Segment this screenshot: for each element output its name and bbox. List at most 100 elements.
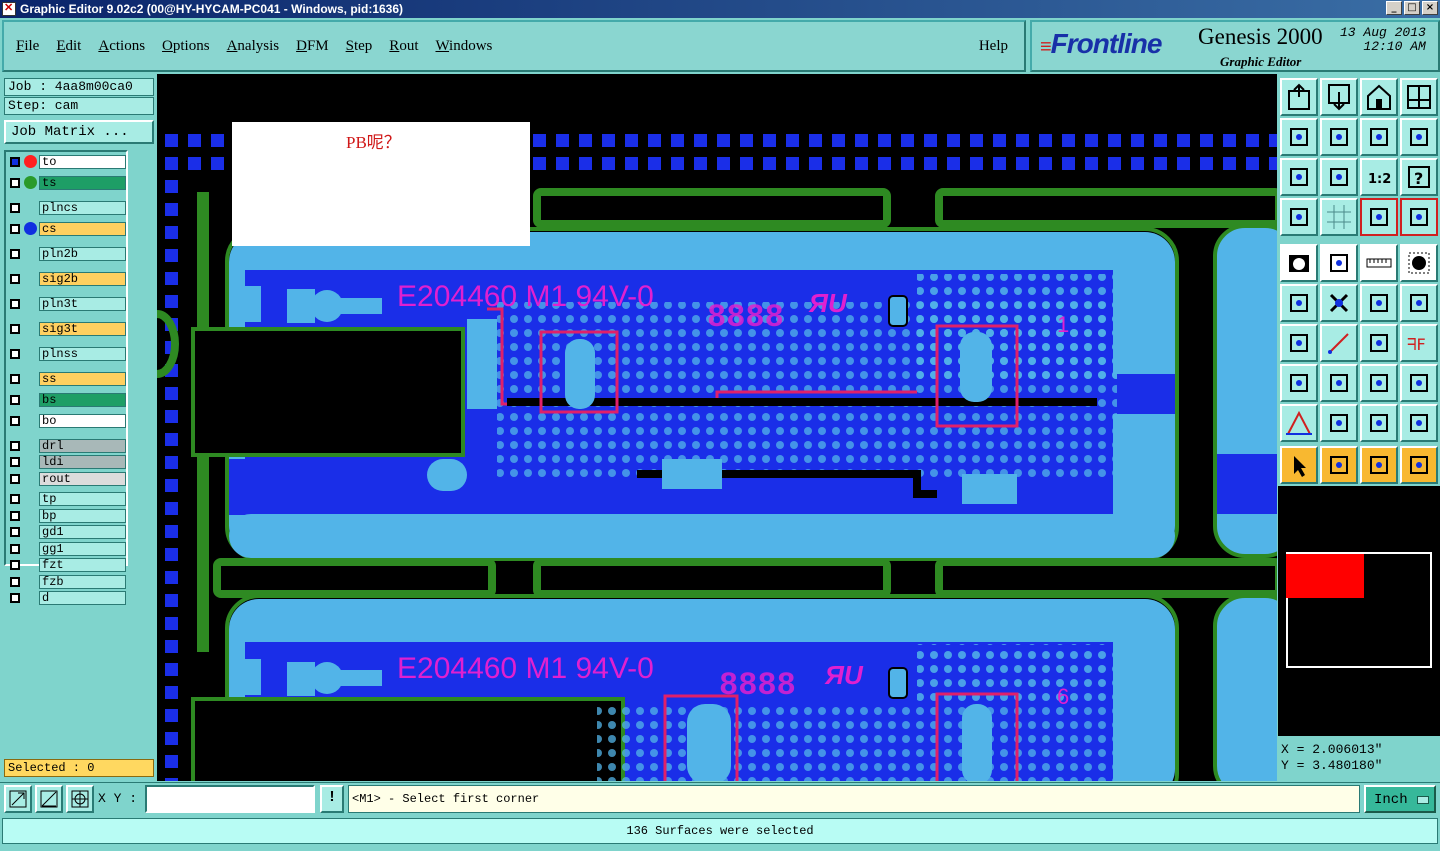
stop-button[interactable] — [1400, 244, 1438, 282]
pointer-button[interactable] — [1280, 446, 1318, 484]
fit-all-button[interactable] — [1280, 158, 1318, 196]
layer-checkbox[interactable] — [10, 457, 20, 467]
redraw-button[interactable] — [1360, 118, 1398, 156]
grid-button[interactable] — [1320, 198, 1358, 236]
arch-button[interactable] — [1360, 404, 1398, 442]
layer-row-fzb[interactable]: fzb — [8, 574, 126, 589]
layer-checkbox[interactable] — [10, 248, 20, 259]
layer-checkbox[interactable] — [10, 348, 20, 359]
angle-snap-button[interactable] — [35, 785, 63, 813]
job-matrix-button[interactable]: Job Matrix ... — [4, 120, 154, 144]
layer-checkbox[interactable] — [10, 560, 20, 570]
help-button[interactable]: ? — [1400, 158, 1438, 196]
mirror-button[interactable]: ᖷF — [1400, 324, 1438, 362]
overview-viewport[interactable] — [1286, 554, 1364, 598]
home-button[interactable] — [1360, 78, 1398, 116]
alert-button[interactable]: ! — [320, 785, 344, 813]
menu-edit[interactable]: Edit — [56, 38, 81, 55]
move-point-2-button[interactable] — [1400, 284, 1438, 322]
shapes-button[interactable] — [1400, 364, 1438, 402]
units-selector[interactable]: Inch — [1364, 785, 1436, 813]
layer-row-pln2b[interactable]: pln2b — [8, 246, 126, 261]
layer-checkbox[interactable] — [10, 273, 20, 284]
layer-checkbox[interactable] — [10, 394, 20, 405]
line-break-button[interactable] — [1320, 364, 1358, 402]
layer-checkbox[interactable] — [10, 494, 20, 504]
layer-checkbox[interactable] — [10, 415, 20, 426]
layer-checkbox[interactable] — [10, 202, 20, 213]
resize-button[interactable] — [1360, 364, 1398, 402]
rotate-button[interactable] — [1360, 324, 1398, 362]
split-view-button[interactable] — [1400, 78, 1438, 116]
layer-row-pln3t[interactable]: pln3t — [8, 296, 126, 311]
pan-right-button[interactable] — [1320, 118, 1358, 156]
layer-row-ts[interactable]: ts — [8, 175, 126, 190]
layer-checkbox[interactable] — [10, 373, 20, 384]
layer-row-plnss[interactable]: plnss — [8, 346, 126, 361]
menu-windows[interactable]: Windows — [435, 38, 492, 55]
layer-checkbox[interactable] — [10, 473, 20, 484]
layer-row-ldi[interactable]: ldi — [8, 455, 126, 470]
minimize-button[interactable]: _ — [1386, 1, 1402, 15]
layer-row-sig2b[interactable]: sig2b — [8, 271, 126, 286]
zoom-window-button[interactable] — [1280, 78, 1318, 116]
select-area-button[interactable] — [1320, 244, 1358, 282]
layer-row-sig3t[interactable]: sig3t — [8, 321, 126, 336]
layer-row-bs[interactable]: bs — [8, 392, 126, 407]
layer-checkbox[interactable] — [10, 593, 20, 603]
zoom-area-button[interactable] — [4, 785, 32, 813]
layer-checkbox[interactable] — [10, 543, 20, 554]
angle-button[interactable] — [1280, 324, 1318, 362]
layer-row-fzt[interactable]: fzt — [8, 558, 126, 573]
close-button[interactable]: × — [1422, 1, 1438, 15]
triangle-button[interactable] — [1280, 404, 1318, 442]
pan-left-button[interactable] — [1280, 118, 1318, 156]
measure-tool-button[interactable] — [1280, 198, 1318, 236]
menu-actions[interactable]: Actions — [98, 38, 145, 55]
grid-snap-button[interactable] — [66, 785, 94, 813]
layer-toggle-button[interactable] — [1360, 198, 1398, 236]
layer-row-cs[interactable]: cs — [8, 221, 126, 236]
snap-button[interactable] — [1400, 118, 1438, 156]
layer-row-to[interactable]: to — [8, 154, 126, 169]
layer-checkbox[interactable] — [10, 527, 20, 537]
connect-button[interactable] — [1280, 284, 1318, 322]
move-point-button[interactable] — [1360, 284, 1398, 322]
menu-step[interactable]: Step — [346, 38, 373, 55]
layer-row-plncs[interactable]: plncs — [8, 200, 126, 215]
graphic-canvas[interactable]: E204460 M1 94V-0 8888 1 E204460 M1 94V-0… — [157, 74, 1277, 781]
fit-profile-button[interactable] — [1320, 158, 1358, 196]
camera-button[interactable] — [1280, 244, 1318, 282]
pointer-frame-button[interactable] — [1360, 446, 1398, 484]
scale-1-2-button[interactable]: 1:2 — [1360, 158, 1398, 196]
layer-checkbox[interactable] — [10, 323, 20, 334]
layer-row-ss[interactable]: ss — [8, 371, 126, 386]
layer-checkbox[interactable] — [10, 576, 20, 587]
menu-help[interactable]: Help — [979, 38, 1008, 55]
layer-checkbox[interactable] — [10, 298, 20, 309]
menu-dfm[interactable]: DFM — [296, 38, 329, 55]
arch-alt-button[interactable] — [1400, 404, 1438, 442]
layer-row-tp[interactable]: tp — [8, 492, 126, 507]
menu-file[interactable]: File — [16, 38, 39, 55]
menu-rout[interactable]: Rout — [389, 38, 418, 55]
menu-options[interactable]: Options — [162, 38, 210, 55]
layer-row-rout[interactable]: rout — [8, 471, 126, 486]
layer-row-gd1[interactable]: gd1 — [8, 525, 126, 540]
layer-checkbox[interactable] — [10, 223, 20, 234]
cross-button[interactable] — [1320, 284, 1358, 322]
route-button[interactable] — [1400, 446, 1438, 484]
maximize-button[interactable]: □ — [1404, 1, 1420, 15]
triangle-alt-button[interactable] — [1320, 404, 1358, 442]
xy-input[interactable] — [145, 785, 315, 813]
layer-checkbox[interactable] — [10, 156, 20, 167]
layer-checkbox[interactable] — [10, 177, 20, 188]
layer-checkbox[interactable] — [10, 440, 20, 451]
layer-row-gg1[interactable]: gg1 — [8, 541, 126, 556]
layer-row-d[interactable]: d — [8, 591, 126, 606]
line-button[interactable] — [1320, 324, 1358, 362]
layer-checkbox[interactable] — [10, 510, 20, 521]
pad-button[interactable] — [1280, 364, 1318, 402]
layer-row-bo[interactable]: bo — [8, 413, 126, 428]
zoom-out-button[interactable] — [1320, 78, 1358, 116]
